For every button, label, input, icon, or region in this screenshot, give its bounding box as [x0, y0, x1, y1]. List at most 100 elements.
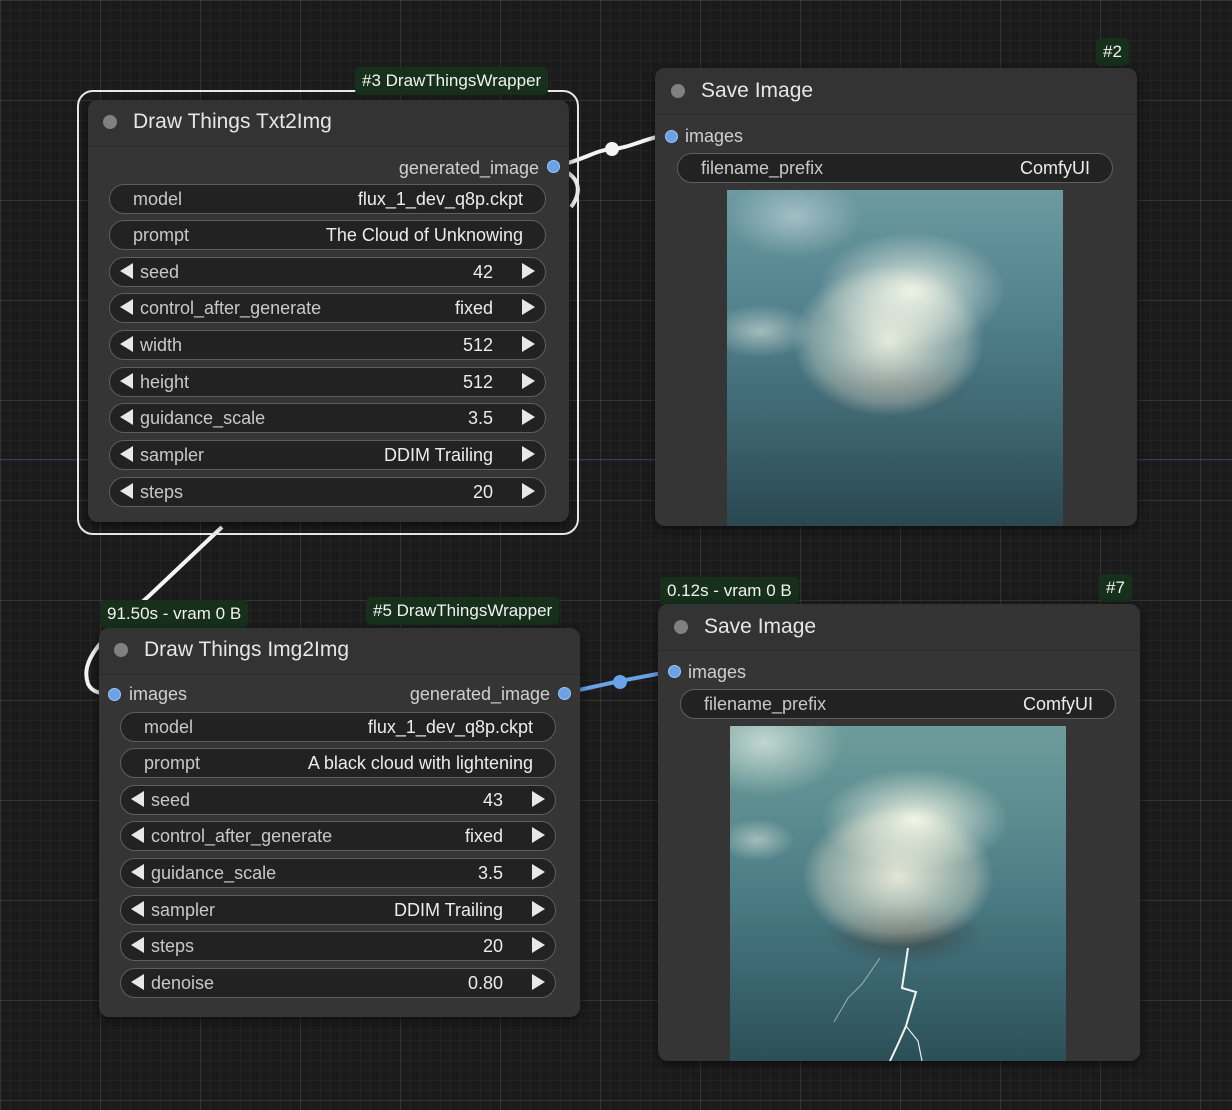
increment-arrow-icon[interactable] — [532, 937, 545, 953]
node-id-badge: #3 DrawThingsWrapper — [355, 67, 549, 95]
node-header[interactable]: Draw Things Txt2Img — [88, 100, 569, 147]
link-midpoint-dot — [613, 675, 627, 689]
filename-prefix-widget[interactable]: filename_prefix ComfyUI — [680, 689, 1116, 719]
link-midpoint-dot — [605, 142, 619, 156]
decrement-arrow-icon[interactable] — [131, 974, 144, 990]
node-draw-things-txt2img[interactable]: Draw Things Txt2Img generated_image mode… — [88, 100, 569, 522]
collapse-dot-icon[interactable] — [671, 84, 685, 98]
decrement-arrow-icon[interactable] — [120, 373, 133, 389]
increment-arrow-icon[interactable] — [522, 483, 535, 499]
widget-label: steps — [140, 482, 184, 502]
increment-arrow-icon[interactable] — [522, 409, 535, 425]
widget-value: 43 — [482, 790, 503, 810]
prompt-widget[interactable]: prompt A black cloud with lightening — [120, 748, 556, 778]
increment-arrow-icon[interactable] — [532, 864, 545, 880]
widget-label: control_after_generate — [140, 298, 322, 318]
node-header[interactable]: Save Image — [658, 604, 1140, 651]
widget-label: prompt — [144, 753, 201, 773]
increment-arrow-icon[interactable] — [522, 263, 535, 279]
decrement-arrow-icon[interactable] — [120, 299, 133, 315]
increment-arrow-icon[interactable] — [532, 827, 545, 843]
input-slot-dot[interactable] — [665, 130, 678, 143]
widget-label: height — [140, 372, 190, 392]
node-save-image-2[interactable]: Save Image images filename_prefix ComfyU… — [655, 68, 1137, 526]
increment-arrow-icon[interactable] — [532, 901, 545, 917]
timing-badge: 0.12s - vram 0 B — [660, 577, 799, 605]
steps-widget[interactable]: steps 20 — [120, 931, 556, 961]
increment-arrow-icon[interactable] — [522, 299, 535, 315]
widget-label: model — [144, 717, 194, 737]
seed-widget[interactable]: seed 42 — [109, 257, 546, 287]
node-save-image-7[interactable]: Save Image images filename_prefix ComfyU… — [658, 604, 1140, 1061]
sampler-widget[interactable]: sampler DDIM Trailing — [109, 440, 546, 470]
prompt-widget[interactable]: prompt The Cloud of Unknowing — [109, 220, 546, 250]
node-title: Draw Things Txt2Img — [133, 110, 332, 133]
guidance-scale-widget[interactable]: guidance_scale 3.5 — [109, 403, 546, 433]
widget-value: The Cloud of Unknowing — [325, 225, 523, 245]
widget-label: control_after_generate — [151, 826, 333, 846]
model-widget[interactable]: model flux_1_dev_q8p.ckpt — [109, 184, 546, 214]
guidance-scale-widget[interactable]: guidance_scale 3.5 — [120, 858, 556, 888]
control-after-generate-widget[interactable]: control_after_generate fixed — [120, 821, 556, 851]
decrement-arrow-icon[interactable] — [120, 483, 133, 499]
widget-value: 512 — [462, 335, 493, 355]
node-draw-things-img2img[interactable]: Draw Things Img2Img images generated_ima… — [99, 628, 580, 1017]
widget-label: prompt — [133, 225, 190, 245]
widget-value: A black cloud with lightening — [307, 753, 533, 773]
height-widget[interactable]: height 512 — [109, 367, 546, 397]
widget-label: sampler — [140, 445, 205, 465]
output-slot-dot[interactable] — [558, 687, 571, 700]
widget-value: fixed — [454, 298, 493, 318]
decrement-arrow-icon[interactable] — [131, 937, 144, 953]
output-slot-dot[interactable] — [547, 160, 560, 173]
image-preview[interactable] — [730, 726, 1066, 1061]
collapse-dot-icon[interactable] — [674, 620, 688, 634]
seed-widget[interactable]: seed 43 — [120, 785, 556, 815]
increment-arrow-icon[interactable] — [522, 373, 535, 389]
widget-value: flux_1_dev_q8p.ckpt — [357, 189, 523, 209]
widget-label: seed — [151, 790, 191, 810]
steps-widget[interactable]: steps 20 — [109, 477, 546, 507]
widget-value: 42 — [472, 262, 493, 282]
widget-label: model — [133, 189, 183, 209]
node-title: Save Image — [701, 79, 814, 102]
increment-arrow-icon[interactable] — [532, 974, 545, 990]
decrement-arrow-icon[interactable] — [120, 336, 133, 352]
collapse-dot-icon[interactable] — [114, 643, 128, 657]
denoise-widget[interactable]: denoise 0.80 — [120, 968, 556, 998]
widget-value: 3.5 — [467, 408, 493, 428]
filename-prefix-widget[interactable]: filename_prefix ComfyUI — [677, 153, 1113, 183]
width-widget[interactable]: width 512 — [109, 330, 546, 360]
increment-arrow-icon[interactable] — [532, 791, 545, 807]
input-slot-dot[interactable] — [668, 665, 681, 678]
decrement-arrow-icon[interactable] — [131, 791, 144, 807]
decrement-arrow-icon[interactable] — [131, 901, 144, 917]
decrement-arrow-icon[interactable] — [131, 827, 144, 843]
widget-label: steps — [151, 936, 195, 956]
decrement-arrow-icon[interactable] — [131, 864, 144, 880]
decrement-arrow-icon[interactable] — [120, 409, 133, 425]
widget-label: filename_prefix — [701, 158, 824, 178]
model-widget[interactable]: model flux_1_dev_q8p.ckpt — [120, 712, 556, 742]
input-slot-dot[interactable] — [108, 688, 121, 701]
collapse-dot-icon[interactable] — [103, 115, 117, 129]
widget-value: DDIM Trailing — [383, 445, 493, 465]
lightning-bolt-icon — [833, 947, 923, 1061]
sampler-widget[interactable]: sampler DDIM Trailing — [120, 895, 556, 925]
widget-label: seed — [140, 262, 180, 282]
widget-value: 20 — [482, 936, 503, 956]
timing-badge: 91.50s - vram 0 B — [100, 600, 249, 628]
widget-value: fixed — [464, 826, 503, 846]
control-after-generate-widget[interactable]: control_after_generate fixed — [109, 293, 546, 323]
node-header[interactable]: Save Image — [655, 68, 1137, 115]
increment-arrow-icon[interactable] — [522, 336, 535, 352]
decrement-arrow-icon[interactable] — [120, 263, 133, 279]
node-header[interactable]: Draw Things Img2Img — [99, 628, 580, 675]
widget-label: filename_prefix — [704, 694, 827, 714]
decrement-arrow-icon[interactable] — [120, 446, 133, 462]
widget-value: ComfyUI — [1019, 158, 1090, 178]
increment-arrow-icon[interactable] — [522, 446, 535, 462]
widget-value: 3.5 — [477, 863, 503, 883]
node-title: Save Image — [704, 615, 817, 638]
image-preview[interactable] — [727, 190, 1063, 526]
